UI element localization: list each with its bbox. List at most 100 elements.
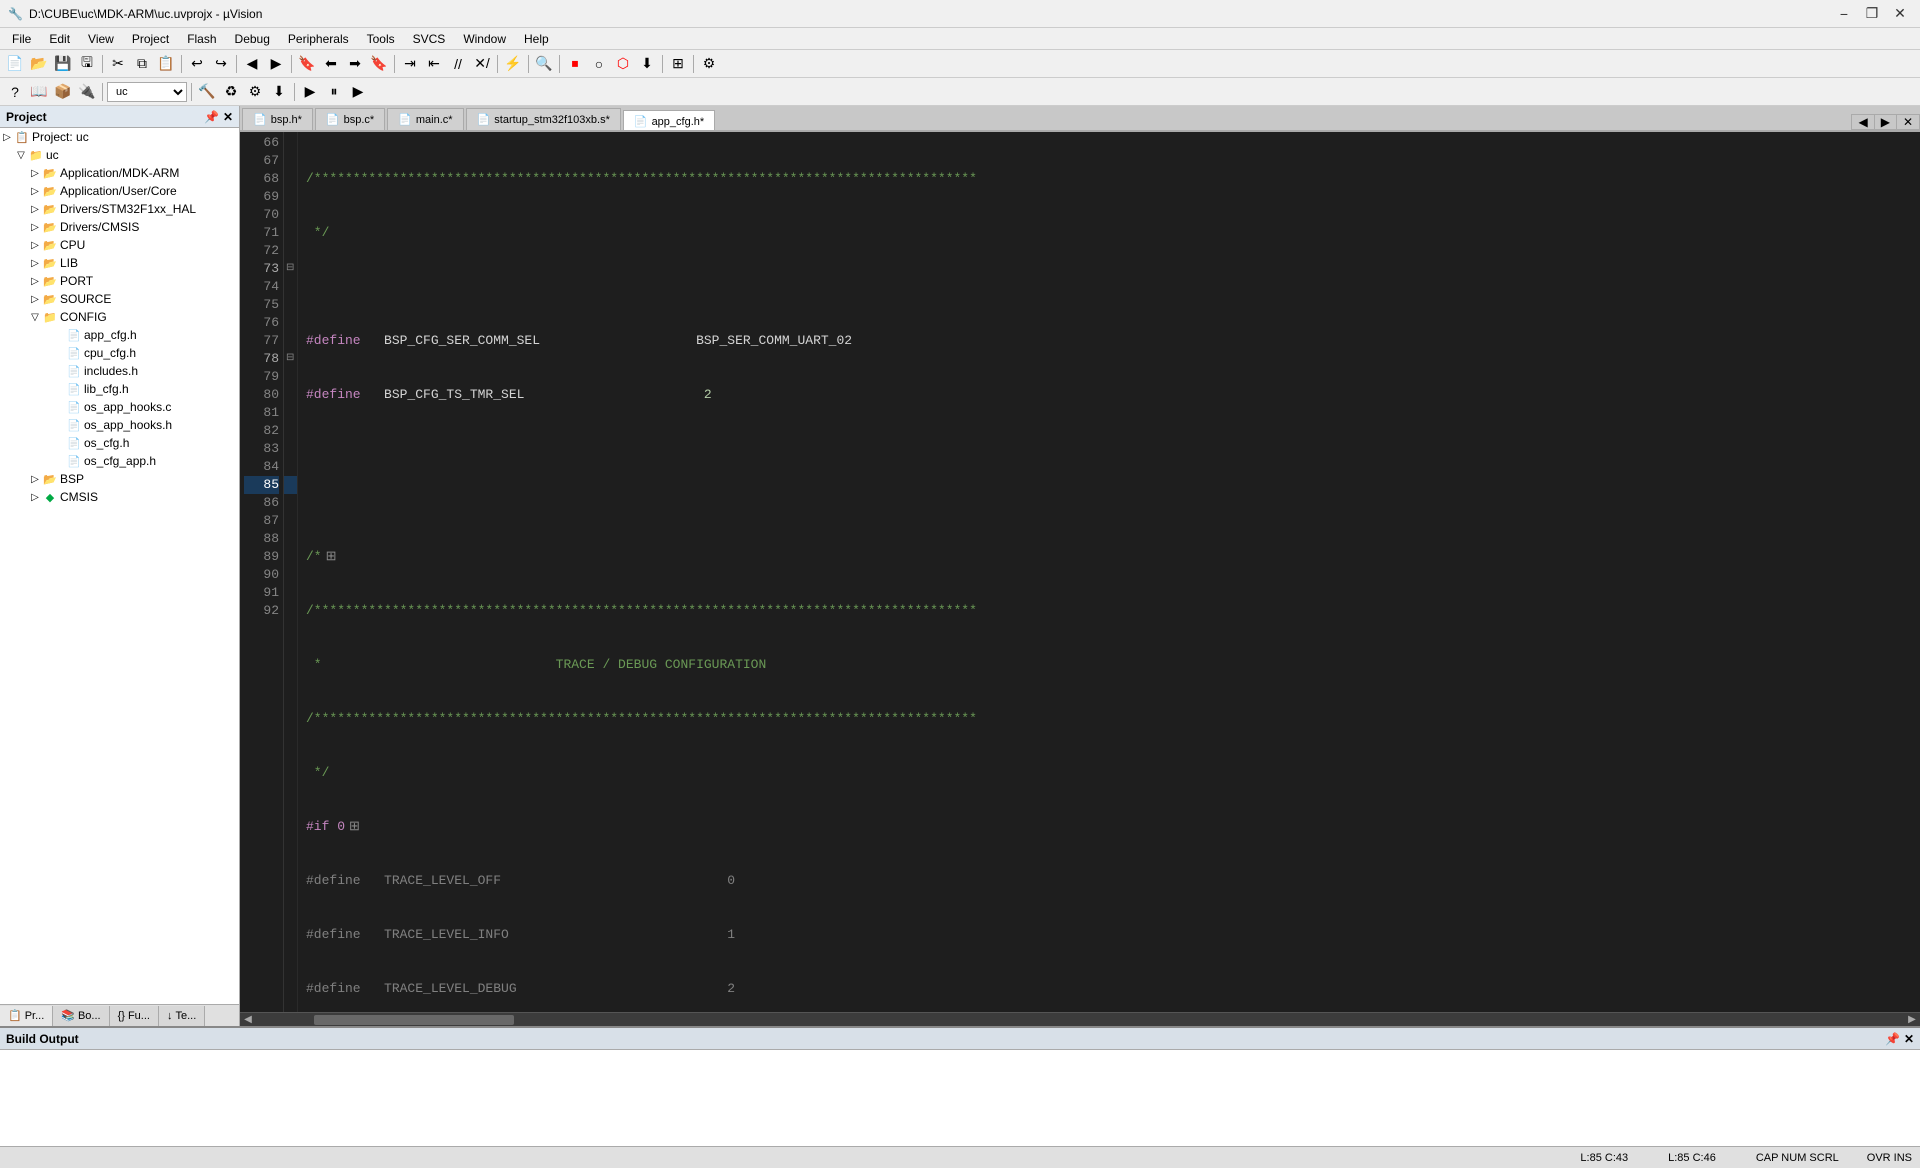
code-content[interactable]: /***************************************… [298,132,1920,1012]
search-button[interactable]: 🔍 [533,53,555,75]
tree-cmsis[interactable]: ▷ ◆ CMSIS [0,488,239,506]
tree-drivers-stm[interactable]: ▷ 📂 Drivers/STM32F1xx_HAL [0,200,239,218]
rebuild-button[interactable]: ♻ [220,81,242,103]
menu-view[interactable]: View [80,30,122,48]
tab-close-all[interactable]: ✕ [1897,114,1920,130]
tab-books[interactable]: 📚 Bo... [53,1006,109,1026]
tree-cpu-cfg-h[interactable]: ▷ 📄 cpu_cfg.h [0,344,239,362]
scroll-thumb[interactable] [314,1015,514,1025]
tree-uc[interactable]: ▽ 📁 uc [0,146,239,164]
fold-73[interactable]: ⊟ [284,260,297,278]
source-toggle[interactable]: ▷ [28,292,42,306]
menu-tools[interactable]: Tools [359,30,403,48]
menu-file[interactable]: File [4,30,39,48]
fold-78[interactable]: ⊟ [284,350,297,368]
port-toggle[interactable]: ▷ [28,274,42,288]
drivers-stm-toggle[interactable]: ▷ [28,202,42,216]
run-to-cursor-button[interactable]: ⚡ [502,53,524,75]
tree-app-cfg-h[interactable]: ▷ 📄 app_cfg.h [0,326,239,344]
tree-lib[interactable]: ▷ 📂 LIB [0,254,239,272]
close-button[interactable]: ✕ [1888,4,1912,24]
tree-lib-cfg-h[interactable]: ▷ 📄 lib_cfg.h [0,380,239,398]
menu-edit[interactable]: Edit [41,30,78,48]
app-mdk-toggle[interactable]: ▷ [28,166,42,180]
minimize-button[interactable]: − [1832,4,1856,24]
pack-button[interactable]: 📦 [52,81,74,103]
stop-button[interactable]: ⏹ [564,53,586,75]
save-file-button[interactable]: 💾 [52,53,74,75]
tab-scroll-left[interactable]: ◀ [1851,114,1874,130]
fold-column[interactable]: ⊟ ⊟ [284,132,298,1012]
tab-bsp-h[interactable]: 📄 bsp.h* [242,108,313,130]
build-output-pin[interactable]: 📌 [1885,1032,1900,1046]
tree-os-app-hooks-c[interactable]: ▷ 📄 os_app_hooks.c [0,398,239,416]
indent-button[interactable]: ⇥ [399,53,421,75]
cmsis-toggle[interactable]: ▷ [28,490,42,504]
uncomment-button[interactable]: ✕/ [471,53,493,75]
download-button[interactable]: ⬇ [636,53,658,75]
target-combo[interactable]: uc [107,82,187,102]
scroll-track[interactable] [254,1015,1906,1025]
menu-help[interactable]: Help [516,30,557,48]
project-tree[interactable]: ▷ 📋 Project: uc ▽ 📁 uc ▷ 📂 Application/M… [0,128,239,1004]
new-file-button[interactable]: 📄 [4,53,26,75]
tree-config[interactable]: ▽ 📁 CONFIG [0,308,239,326]
tree-app-mdk[interactable]: ▷ 📂 Application/MDK-ARM [0,164,239,182]
scroll-left-btn[interactable]: ◀ [242,1014,254,1026]
tab-startup[interactable]: 📄 startup_stm32f103xb.s* [466,108,621,130]
book-button[interactable]: 📖 [28,81,50,103]
menu-svcs[interactable]: SVCS [405,30,454,48]
tree-os-app-hooks-h[interactable]: ▷ 📄 os_app_hooks.h [0,416,239,434]
tree-app-user[interactable]: ▷ 📂 Application/User/Core [0,182,239,200]
save-all-button[interactable]: 🖫 [76,53,98,75]
copy-button[interactable]: ⧉ [131,53,153,75]
lib-toggle[interactable]: ▷ [28,256,42,270]
tree-includes-h[interactable]: ▷ 📄 includes.h [0,362,239,380]
tree-source[interactable]: ▷ 📂 SOURCE [0,290,239,308]
tree-cpu[interactable]: ▷ 📂 CPU [0,236,239,254]
maximize-button[interactable]: ❐ [1860,4,1884,24]
undo-button[interactable]: ↩ [186,53,208,75]
flash-download-button[interactable]: ⬇ [268,81,290,103]
debug-button[interactable]: ⬡ [612,53,634,75]
unindent-button[interactable]: ⇤ [423,53,445,75]
nav-forward-button[interactable]: ▶ [265,53,287,75]
cut-button[interactable]: ✂ [107,53,129,75]
project-pin-button[interactable]: 📌 [204,110,219,124]
reset-button[interactable]: ○ [588,53,610,75]
tree-root[interactable]: ▷ 📋 Project: uc [0,128,239,146]
ext-button[interactable]: 🔌 [76,81,98,103]
menu-peripherals[interactable]: Peripherals [280,30,357,48]
bsp-toggle[interactable]: ▷ [28,472,42,486]
project-close-button[interactable]: ✕ [223,110,233,124]
tab-main-c[interactable]: 📄 main.c* [387,108,463,130]
build-output-content[interactable] [0,1050,1920,1146]
next-bookmark-button[interactable]: ➡ [344,53,366,75]
config-toggle[interactable]: ▽ [28,310,42,324]
menu-flash[interactable]: Flash [179,30,224,48]
run-button[interactable]: ▶ [347,81,369,103]
comment-button[interactable]: // [447,53,469,75]
cpu-toggle[interactable]: ▷ [28,238,42,252]
batch-build-button[interactable]: ⚙ [244,81,266,103]
clear-bookmark-button[interactable]: 🔖 [368,53,390,75]
nav-back-button[interactable]: ◀ [241,53,263,75]
root-toggle[interactable]: ▷ [0,130,14,144]
tree-os-cfg-app-h[interactable]: ▷ 📄 os_cfg_app.h [0,452,239,470]
uc-toggle[interactable]: ▽ [14,148,28,162]
drivers-cmsis-toggle[interactable]: ▷ [28,220,42,234]
tab-app-cfg-h[interactable]: 📄 app_cfg.h* [623,110,715,132]
stop-debug-button[interactable]: ⏸ [323,81,345,103]
menu-window[interactable]: Window [455,30,514,48]
tab-templates[interactable]: ↓ Te... [159,1006,205,1026]
scroll-right-btn[interactable]: ▶ [1906,1014,1918,1026]
build-output-close[interactable]: ✕ [1904,1032,1914,1046]
app-user-toggle[interactable]: ▷ [28,184,42,198]
debug-session-button[interactable]: ▶ [299,81,321,103]
tab-scroll-right[interactable]: ▶ [1875,114,1897,130]
bookmark-button[interactable]: 🔖 [296,53,318,75]
editor-scrollbar-h[interactable]: ◀ ▶ [240,1012,1920,1026]
paste-button[interactable]: 📋 [155,53,177,75]
menu-project[interactable]: Project [124,30,177,48]
options-button[interactable]: ⚙ [698,53,720,75]
